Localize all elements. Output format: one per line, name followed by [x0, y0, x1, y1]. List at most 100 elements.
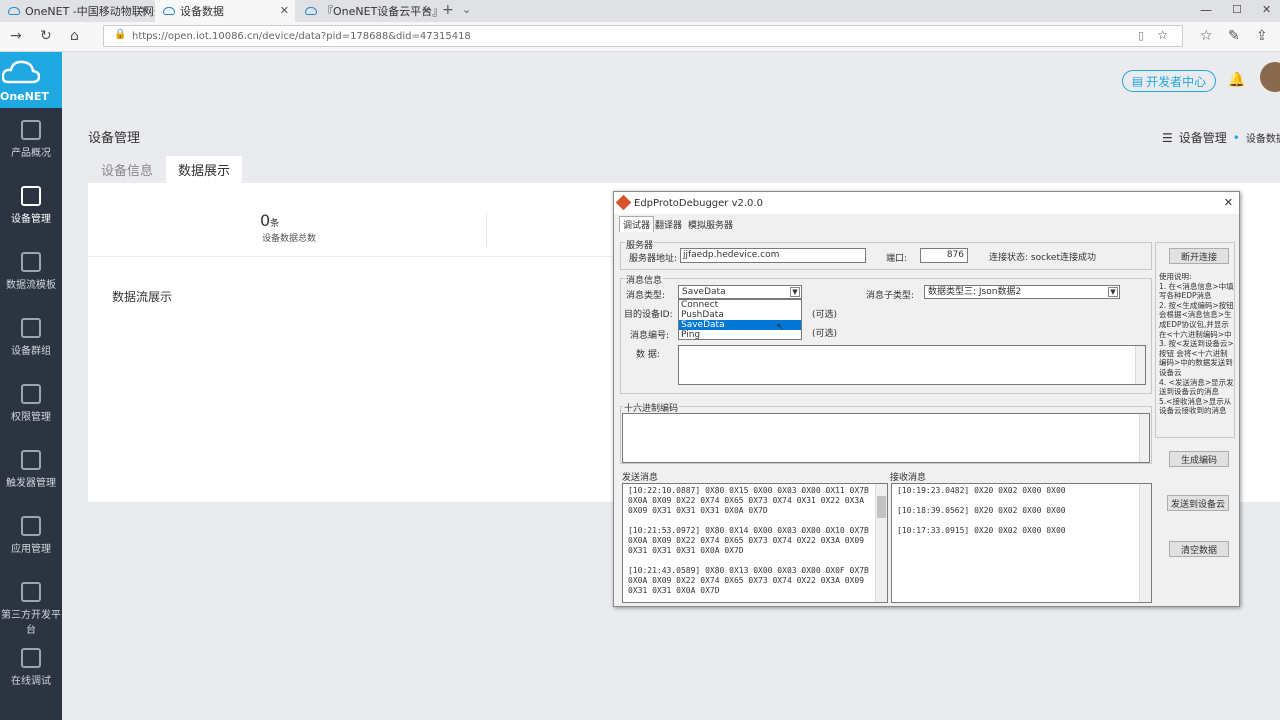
new-tab-icon[interactable]: + [442, 2, 454, 18]
dest-optional-hint: (可选) [812, 310, 838, 320]
share-icon[interactable]: ⇪ [1256, 28, 1268, 44]
message-type-select[interactable]: SaveData ▼ [678, 285, 802, 299]
stat-count: 0条 [260, 211, 279, 230]
server-addr-label: 服务器地址: [629, 254, 678, 264]
stat-label: 设备数据总数 [262, 234, 317, 244]
url-input[interactable]: 🔒 https://open.iot.10086.cn/device/data?… [103, 25, 1183, 47]
refresh-icon[interactable]: ↻ [40, 28, 52, 44]
server-addr-input[interactable]: jjfaedp.hedevice.com [680, 248, 866, 263]
sliders-icon [21, 648, 41, 668]
clear-data-button[interactable]: 清空数据 [1169, 541, 1229, 557]
window-title: EdpProtoDebugger v2.0.0 [634, 197, 763, 209]
hex-textarea[interactable] [622, 413, 1150, 463]
tab-debugger[interactable]: 调试器 [619, 216, 655, 232]
message-subtype-label: 消息子类型: [866, 291, 915, 301]
bell-icon[interactable]: 🔔 [1228, 72, 1245, 88]
scrollbar[interactable] [1139, 484, 1151, 602]
sidebar-item-debug[interactable]: 在线调试 [0, 638, 62, 704]
tab-translator[interactable]: 翻译器 [652, 217, 685, 232]
scrollbar[interactable] [1135, 346, 1145, 384]
stat-count-value: 0 [260, 211, 271, 230]
stat-unit: 条 [270, 219, 280, 229]
tab-data-display[interactable]: 数据展示 [166, 156, 242, 183]
key-icon [21, 384, 41, 404]
browser-tab-bar: OneNET -中国移动物联网开 ✕ 设备数据 ✕ 『OneNET设备云平台』云… [0, 0, 1280, 22]
scrollbar-thumb[interactable] [877, 496, 886, 518]
cloud-icon [305, 7, 317, 15]
chevron-down-icon[interactable]: ▼ [1108, 287, 1118, 297]
generate-code-button[interactable]: 生成编码 [1169, 451, 1229, 467]
home-icon[interactable]: ⌂ [70, 28, 79, 44]
sidebar-item-label: 设备管理 [11, 214, 51, 225]
data-textarea[interactable] [678, 345, 1146, 385]
sidebar-item-permissions[interactable]: 权限管理 [0, 374, 62, 440]
chevron-down-icon[interactable]: ▼ [790, 287, 800, 297]
address-bar-area: → ↻ ⌂ 🔒 https://open.iot.10086.cn/device… [0, 22, 1280, 52]
scrollbar[interactable] [1139, 414, 1149, 462]
minimize-icon[interactable]: — [1200, 3, 1212, 17]
scrollbar[interactable] [875, 484, 887, 602]
browser-tab[interactable]: OneNET -中国移动物联网开 ✕ [0, 0, 155, 22]
option-connect[interactable]: Connect [679, 300, 801, 310]
sidebar-item-stream-template[interactable]: 数据流模板 [0, 242, 62, 308]
doc-icon: ▤ [1131, 74, 1144, 88]
server-group-label: 服务器 [625, 238, 655, 251]
breadcrumb-root[interactable]: 设备管理 [1179, 129, 1227, 146]
option-pushdata[interactable]: PushData [679, 310, 801, 320]
developer-center-label: 开发者中心 [1146, 74, 1207, 89]
message-subtype-select[interactable]: 数据类型三: Json数据2 ▼ [924, 285, 1120, 299]
person-icon [21, 582, 41, 602]
tab-mock-server[interactable]: 模拟服务器 [685, 217, 736, 232]
close-icon[interactable]: ✕ [280, 4, 289, 17]
close-window-icon[interactable]: ✕ [1262, 3, 1271, 16]
sidebar-item-apps[interactable]: 应用管理 [0, 506, 62, 572]
notes-icon[interactable]: ✎ [1228, 28, 1240, 44]
sidebar-item-third-party[interactable]: 第三方开发平台 [0, 572, 62, 638]
reading-view-icon[interactable]: ▯ [1138, 29, 1144, 42]
logo-text: OneNET [0, 90, 49, 103]
tab-device-info[interactable]: 设备信息 [88, 156, 166, 183]
logo[interactable]: OneNET [0, 52, 62, 108]
disconnect-button[interactable]: 断开连接 [1169, 248, 1229, 264]
message-subtype-value: 数据类型三: Json数据2 [928, 287, 1022, 297]
received-messages-label: 接收消息 [890, 473, 927, 483]
browser-tab-active[interactable]: 设备数据 ✕ [155, 0, 295, 22]
breadcrumb: ☰ 设备管理 • 设备数据 [1162, 129, 1280, 146]
avatar[interactable] [1260, 62, 1280, 92]
number-optional-hint: (可选) [812, 329, 838, 339]
sidebar-item-groups[interactable]: 设备群组 [0, 308, 62, 374]
tab-title: OneNET -中国移动物联网开 [25, 5, 155, 18]
cursor-icon: ↖ [776, 322, 785, 333]
forward-icon[interactable]: → [10, 28, 22, 44]
stream-title: 数据流展示 [112, 290, 173, 304]
sidebar-item-triggers[interactable]: 触发器管理 [0, 440, 62, 506]
sidebar-item-label: 触发器管理 [6, 478, 56, 489]
maximize-icon[interactable]: ☐ [1232, 3, 1242, 16]
star-icon[interactable]: ☆ [1157, 28, 1168, 42]
browser-tab[interactable]: 『OneNET设备云平台』云 ✕ [297, 0, 437, 22]
chevron-down-icon[interactable]: ⌄ [462, 3, 471, 16]
sent-log-text: [10:22:10.0887] 0X80 0X15 0X00 0X03 0X00… [628, 486, 869, 595]
breadcrumb-separator: • [1232, 130, 1240, 145]
help-text: 使用说明: 1. 在<消息信息>中填写各种EDP消息 2. 按<生成编码>按钮 … [1159, 272, 1234, 416]
developer-center-button[interactable]: ▤ 开发者中心 [1122, 70, 1216, 92]
received-messages-log[interactable]: [10:19:23.0482] 0X20 0X02 0X00 0X00 [10:… [891, 483, 1152, 603]
message-type-label: 消息类型: [626, 291, 666, 301]
sidebar-item-label: 应用管理 [11, 544, 51, 555]
favorites-icon[interactable]: ☆ [1200, 28, 1213, 44]
sidebar-item-devices[interactable]: 设备管理 [0, 176, 62, 242]
sent-messages-label: 发送消息 [622, 473, 659, 483]
port-input[interactable]: 876 [920, 248, 968, 263]
lock-icon: 🔒 [114, 29, 127, 40]
sidebar-item-overview[interactable]: 产品概况 [0, 110, 62, 176]
send-to-cloud-button[interactable]: 发送到设备云 [1167, 495, 1229, 511]
message-group-label: 消息信息 [625, 273, 664, 286]
close-icon[interactable]: ✕ [422, 4, 431, 17]
close-icon[interactable]: ✕ [1224, 196, 1233, 209]
dest-device-label: 目的设备ID: [624, 310, 673, 320]
message-type-dropdown[interactable]: Connect PushData SaveData Ping [678, 299, 802, 340]
group-icon [21, 318, 41, 338]
divider [88, 256, 613, 257]
close-icon[interactable]: ✕ [140, 4, 149, 17]
sent-messages-log[interactable]: [10:22:10.0887] 0X80 0X15 0X00 0X03 0X00… [622, 483, 888, 603]
